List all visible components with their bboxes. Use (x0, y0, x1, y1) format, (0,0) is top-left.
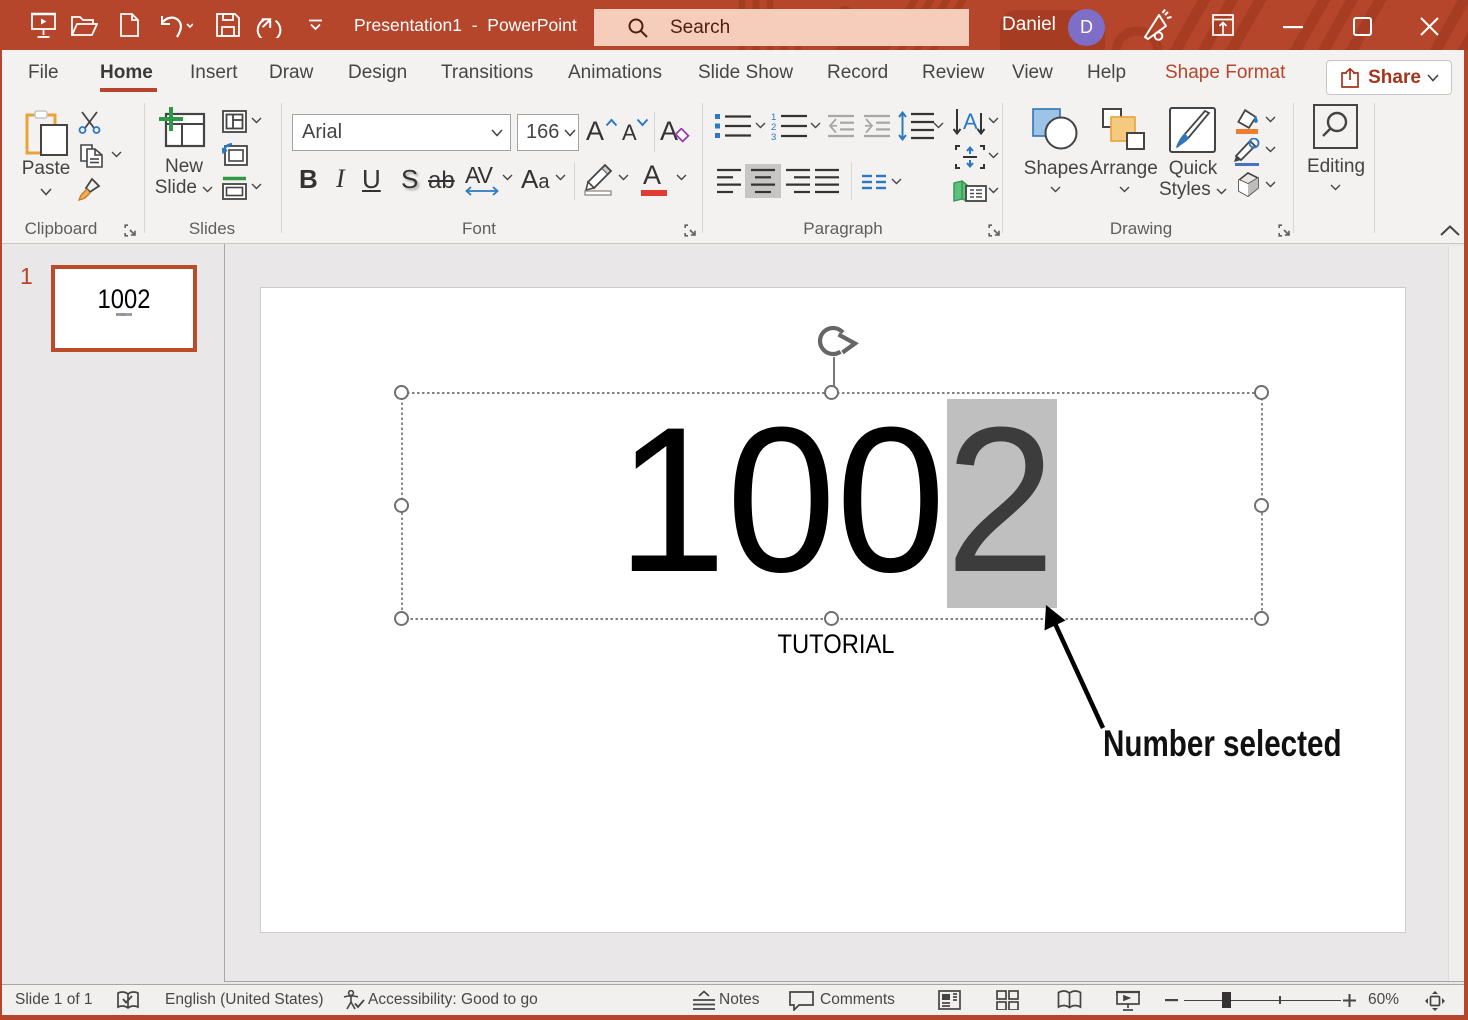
svg-text:3: 3 (771, 132, 776, 141)
svg-text:A: A (963, 109, 978, 134)
